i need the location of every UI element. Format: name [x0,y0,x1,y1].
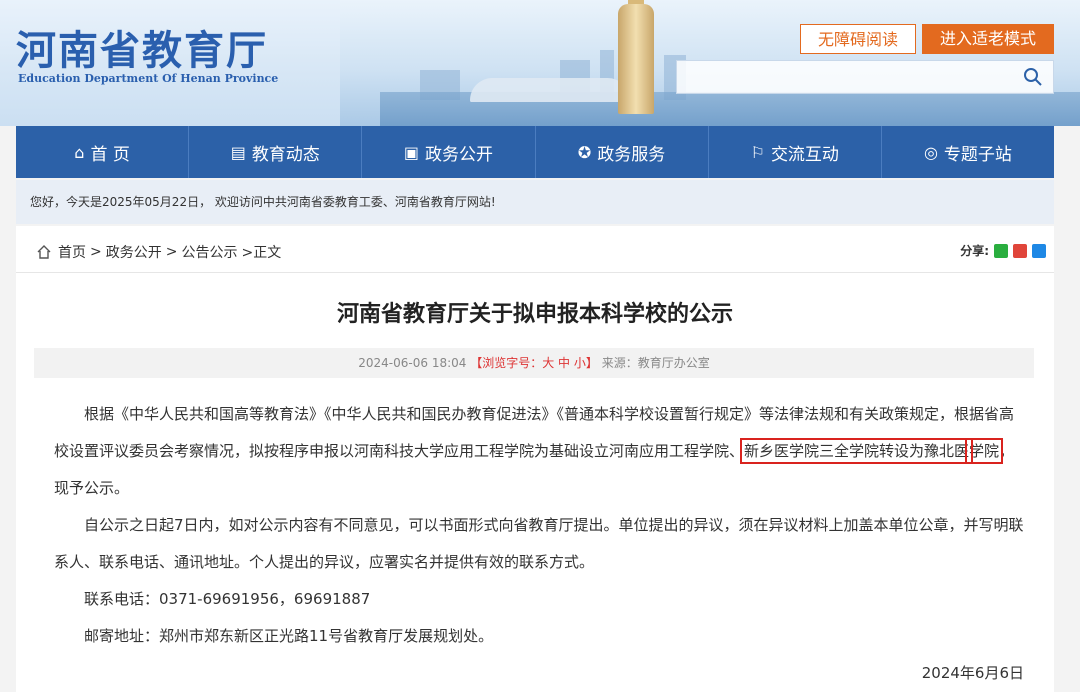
divider [16,272,1054,273]
main-nav: ⌂ 首 页 ▤ 教育动态 ▣ 政务公开 ✪ 政务服务 ⚐ 交流互动 ◎ 专题子站 [16,126,1054,178]
nav-item-label: 政务公开 [424,144,493,165]
article-panel: 首页 > 政务公开 > 公告公示 >正文 分享: 河南省教育厅关于拟申报本科学校… [16,226,1054,692]
nav-item-interaction[interactable]: ⚐ 交流互动 [709,126,882,178]
mailing-address: 邮寄地址：郑州市郑东新区正光路11号省教育厅发展规划处。 [84,627,494,645]
breadcrumb: 首页 > 政务公开 > 公告公示 >正文 [36,242,285,262]
nav-item-government-affairs[interactable]: ▣ 政务公开 [362,126,536,178]
article-source: 来源：教育厅办公室 [601,356,710,370]
nav-item-label: 教育动态 [251,144,320,165]
nav-item-special-sites[interactable]: ◎ 专题子站 [882,126,1054,178]
breadcrumb-home[interactable]: 首页 [58,242,86,262]
article-title: 河南省教育厅关于拟申报本科学校的公示 [336,302,733,327]
share-bar: 分享: [960,242,1046,259]
elder-mode-button[interactable]: 进入适老模式 [922,24,1054,54]
target-icon: ◎ [923,142,938,162]
breadcrumb-separator: > [90,244,102,260]
breadcrumb-government-affairs[interactable]: 政务公开 [106,242,162,262]
highlighted-text: 新乡医学院三全学院转设为豫北医 [740,438,974,464]
nav-item-home[interactable]: ⌂ 首 页 [16,126,190,178]
nav-item-label: 交流互动 [770,144,839,165]
weibo-icon[interactable] [1013,243,1027,258]
article-paragraph: 自公示之日起7日内，如对公示内容有不同意见，可以书面形式向省教育厅提出。单位提出… [54,516,1024,571]
breadcrumb-announcements[interactable]: 公告公示 [181,242,237,262]
welcome-bar: 您好，今天是2025年05月22日， 欢迎访问中共河南省委教育工委、河南省教育厅… [16,180,1054,224]
qq-icon[interactable] [1032,243,1046,258]
banner-tower [618,4,654,114]
article-body: 根据《中华人民共和国高等教育法》《中华人民共和国民办教育促进法》《普通本科学校设… [54,396,1024,692]
site-header: 河南省教育厅 Education Department Of Henan Pro… [0,0,1080,126]
home-icon: ⌂ [74,142,85,162]
share-label: 分享: [960,244,989,258]
newspaper-icon: ▤ [230,142,246,162]
banner-arena [470,78,630,102]
nav-item-label: 政务服务 [597,144,666,165]
contact-phone: 联系电话：0371-69691956，69691887 [84,590,371,608]
home-icon [37,245,51,259]
search-icon[interactable] [1023,67,1043,87]
nav-item-education-news[interactable]: ▤ 教育动态 [189,126,363,178]
breadcrumb-separator: > [165,244,178,260]
highlighted-text: 学院 [965,438,1004,464]
font-size-control[interactable]: 【浏览字号：大 中 小】 [470,356,598,370]
nav-item-label: 专题子站 [943,144,1012,165]
nav-item-label: 首 页 [90,144,130,165]
site-logo-title[interactable]: 河南省教育厅 [16,18,268,76]
chat-icon: ⚐ [750,142,765,162]
service-icon: ✪ [577,142,592,162]
search-input[interactable] [676,60,1054,94]
site-logo-subtitle: Education Department Of Henan Province [18,72,279,85]
document-icon: ▣ [403,142,419,162]
nav-item-government-services[interactable]: ✪ 政务服务 [536,126,709,178]
article-date: 2024-06-06 18:04 [358,356,467,370]
wechat-icon[interactable] [994,243,1008,258]
article-meta: 2024-06-06 18:04 【浏览字号：大 中 小】 来源：教育厅办公室 [34,348,1034,378]
article-paragraph: 根据《中华人民共和国高等教育法》《中华人民共和国民办教育促进法》《普通本科学校设… [54,396,1024,507]
breadcrumb-current: >正文 [241,245,282,261]
accessible-reading-button[interactable]: 无障碍阅读 [800,24,916,54]
sign-date: 2024年6月6日 [921,664,1024,682]
